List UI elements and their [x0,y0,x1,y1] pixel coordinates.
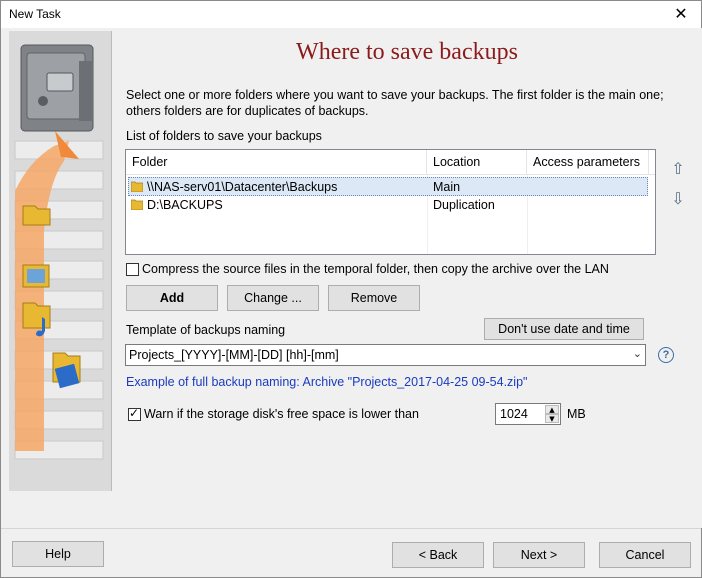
folder-path: \\NAS-serv01\Datacenter\Backups [147,180,338,194]
wizard-side-illustration [9,31,112,491]
folder-icon [131,199,143,210]
template-label: Template of backups naming [126,323,286,337]
help-button[interactable]: Help [12,541,104,567]
folder-list-header: Folder Location Access parameters [126,150,655,175]
template-combo[interactable]: Projects_[YYYY]-[MM]-[DD] [hh]-[mm] ⌄ [125,344,646,366]
folder-list-label: List of folders to save your backups [126,129,322,143]
window-title: New Task [9,7,61,21]
remove-button[interactable]: Remove [328,285,420,311]
warn-checkbox[interactable] [128,406,141,421]
folder-location: Duplication [433,198,495,212]
back-button[interactable]: < Back [392,542,484,568]
title-bar: New Task ✕ [1,1,701,28]
page-description: Select one or more folders where you wan… [126,88,664,118]
new-task-window: New Task ✕ Where to save backups Select … [0,0,702,578]
spin-down-icon[interactable]: ▼ [545,414,559,423]
free-space-spinner[interactable]: 1024 ▲ ▼ [495,403,561,425]
cancel-button[interactable]: Cancel [599,542,691,568]
folder-path: D:\BACKUPS [147,198,223,212]
folder-icon [131,181,143,192]
compress-checkbox[interactable] [126,263,139,276]
change-button[interactable]: Change ... [227,285,319,311]
footer-divider [1,528,701,529]
spin-up-icon[interactable]: ▲ [545,405,559,414]
close-icon[interactable]: ✕ [667,3,695,25]
free-space-unit: MB [567,407,586,421]
safe-illustration-icon [9,31,111,491]
column-header-access[interactable]: Access parameters [527,150,649,175]
folder-row[interactable]: \\NAS-serv01\Datacenter\Backups Main [128,177,648,196]
add-button[interactable]: Add [126,285,218,311]
arrow-up-icon[interactable]: ⇧ [668,159,688,179]
naming-example: Example of full backup naming: Archive "… [126,375,528,389]
warn-label: Warn if the storage disk's free space is… [144,407,419,421]
help-icon[interactable]: ? [658,347,674,363]
folder-location: Main [433,180,461,194]
arrow-down-icon[interactable]: ⇩ [668,189,688,209]
next-button[interactable]: Next > [493,542,585,568]
no-date-button[interactable]: Don't use date and time [484,318,644,340]
column-header-location[interactable]: Location [427,150,527,175]
column-header-folder[interactable]: Folder [126,150,427,175]
template-value: Projects_[YYYY]-[MM]-[DD] [hh]-[mm] [129,348,339,362]
free-space-value: 1024 [500,407,528,421]
folder-list[interactable]: Folder Location Access parameters \\NAS-… [125,149,656,255]
page-title: Where to save backups [296,39,518,65]
compress-label: Compress the source files in the tempora… [142,262,609,276]
chevron-down-icon[interactable]: ⌄ [633,347,642,360]
folder-row[interactable]: D:\BACKUPS Duplication [128,196,648,215]
